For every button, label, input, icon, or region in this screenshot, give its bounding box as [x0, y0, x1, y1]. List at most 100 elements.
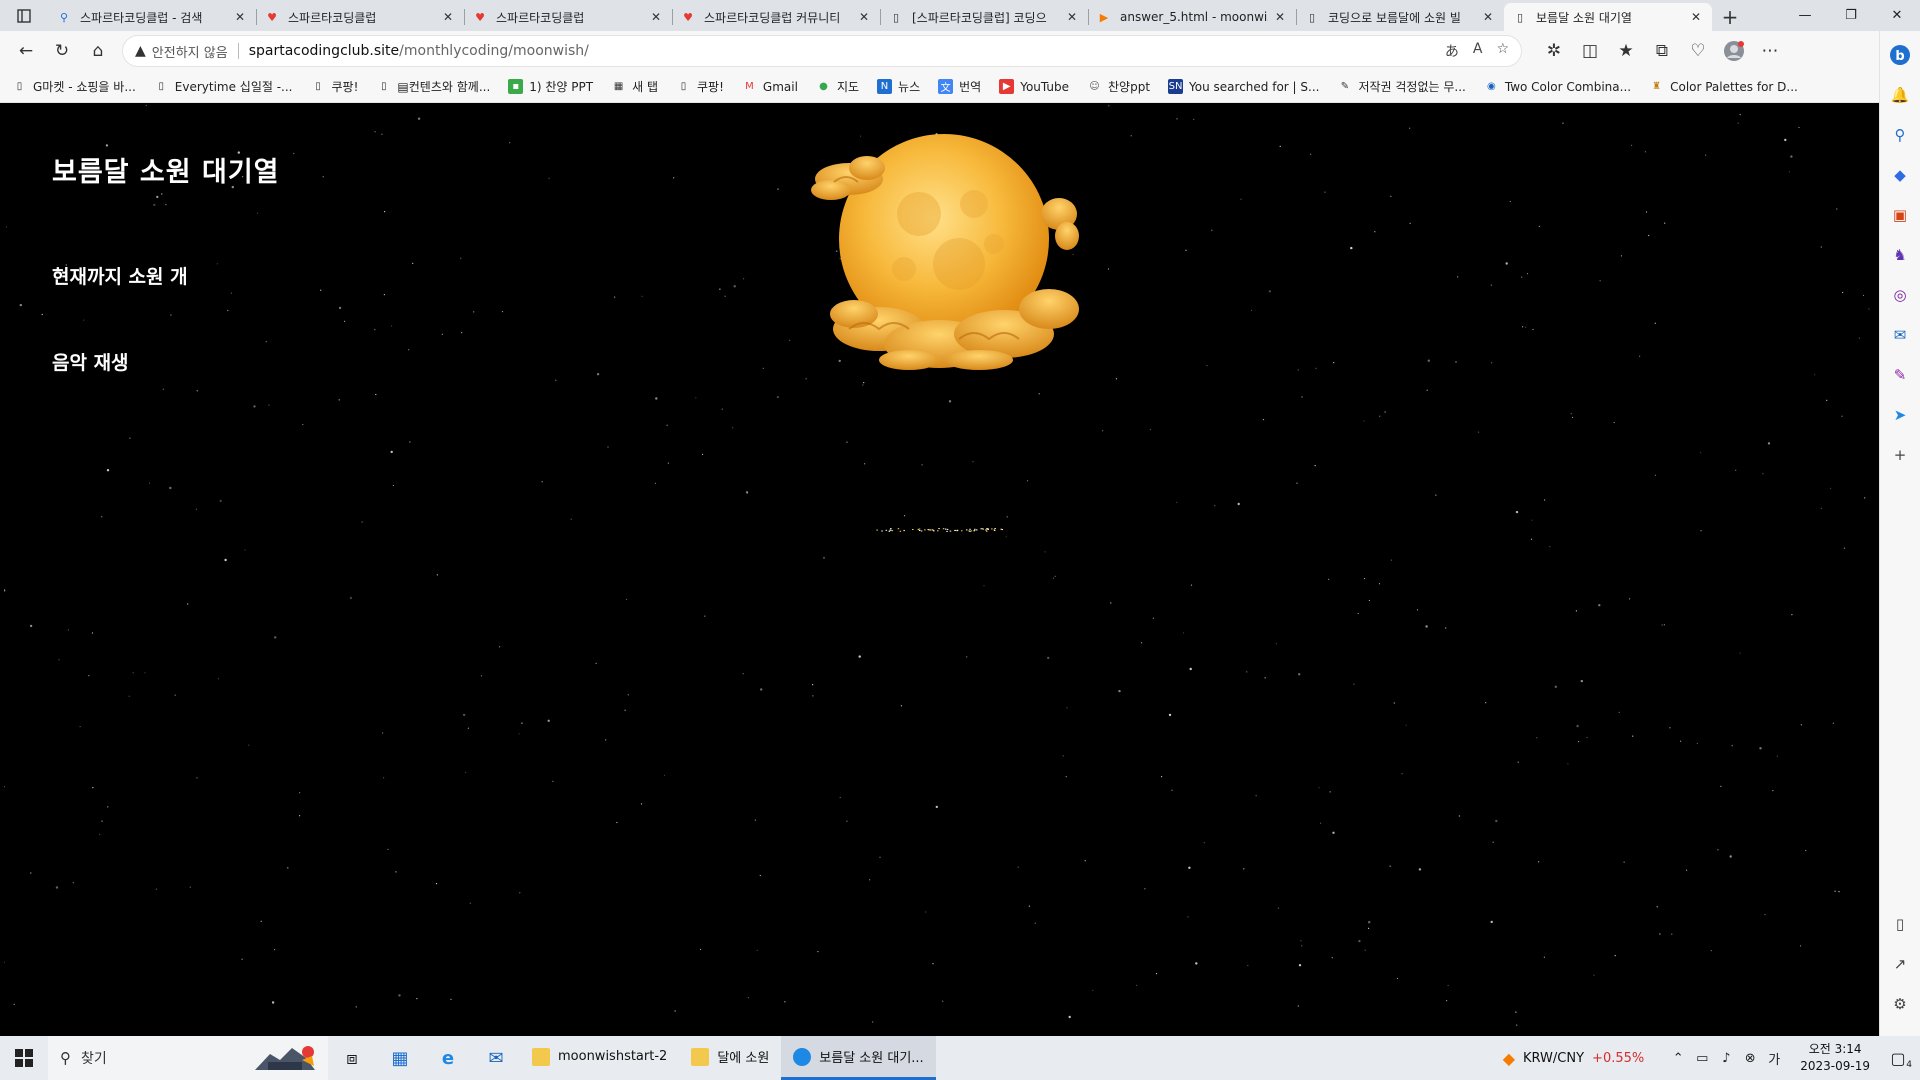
tools-icon[interactable]: ▣: [1884, 199, 1916, 231]
refresh-button[interactable]: ↻: [44, 35, 80, 67]
wish-particle: [890, 528, 892, 530]
bookmark-item[interactable]: ◉ Two Color Combina...: [1484, 79, 1631, 94]
play-music-button[interactable]: 음악 재생: [52, 348, 129, 375]
shopping-icon[interactable]: ◆: [1884, 159, 1916, 191]
bookmark-item[interactable]: ▪ 1) 찬양 PPT: [508, 78, 593, 95]
search-icon[interactable]: ⚲: [1884, 119, 1916, 151]
more-menu-icon[interactable]: ⋯: [1752, 35, 1788, 67]
star: [614, 296, 616, 298]
tab-4[interactable]: ♥ 스파르타코딩클럽 커뮤니티 ✕: [672, 3, 880, 31]
star: [983, 585, 985, 587]
bookmark-item[interactable]: ▶ YouTube: [999, 79, 1069, 94]
back-button[interactable]: ←: [8, 35, 44, 67]
start-button[interactable]: [0, 1036, 48, 1080]
bookmark-item[interactable]: ▯ Everytime 십일절 -...: [154, 78, 293, 95]
settings-gear-icon[interactable]: ⚙: [1884, 988, 1916, 1020]
extensions-icon[interactable]: ✲: [1536, 35, 1572, 67]
favorite-star-icon[interactable]: ☆: [1496, 41, 1509, 61]
close-tab-icon[interactable]: ✕: [1272, 10, 1288, 24]
star: [1834, 890, 1836, 892]
outlook-icon[interactable]: ✉: [1884, 319, 1916, 351]
wish-particle: [986, 530, 988, 532]
bookmark-item[interactable]: 文 번역: [938, 78, 981, 95]
close-tab-icon[interactable]: ✕: [1480, 10, 1496, 24]
tab-1[interactable]: ⚲ 스파르타코딩클럽 - 검색 ✕: [48, 3, 256, 31]
taskbar-app-1[interactable]: moonwishstart-2: [520, 1036, 679, 1080]
close-tab-icon[interactable]: ✕: [440, 10, 456, 24]
bookmark-item[interactable]: ▯ G마켓 - 쇼핑을 바...: [12, 78, 136, 95]
profile-avatar[interactable]: [1716, 35, 1752, 67]
tab-8[interactable]: ▯ 보름달 소원 대기열 ✕: [1504, 3, 1712, 31]
home-button[interactable]: ⌂: [80, 35, 116, 67]
star: [1333, 362, 1335, 364]
minimize-button[interactable]: —: [1782, 0, 1828, 31]
external-link-icon[interactable]: ↗: [1884, 948, 1916, 980]
star: [732, 427, 734, 429]
bookmark-item[interactable]: M Gmail: [742, 79, 798, 94]
split-screen-icon[interactable]: ◫: [1572, 35, 1608, 67]
bookmark-item[interactable]: N 뉴스: [877, 78, 920, 95]
taskbar-search[interactable]: ⚲ 찾기: [48, 1036, 328, 1080]
tab-7[interactable]: ▯ 코딩으로 보름달에 소원 빌 ✕: [1296, 3, 1504, 31]
star: [1185, 249, 1187, 251]
tab-5[interactable]: ▯ [스파르타코딩클럽] 코딩으 ✕: [880, 3, 1088, 31]
notification-center-button[interactable]: ▢ 4: [1884, 1049, 1912, 1070]
bookmark-item[interactable]: ☺ 찬양ppt: [1087, 78, 1150, 95]
input-method-icon[interactable]: 가: [1762, 1049, 1786, 1068]
bookmark-item[interactable]: ▯ ▤컨텐츠와 함께...: [376, 78, 490, 95]
taskbar-app-2[interactable]: 달에 소원: [679, 1036, 781, 1080]
store-icon[interactable]: ▦: [376, 1036, 424, 1080]
drop-icon[interactable]: ➤: [1884, 399, 1916, 431]
microsoft365-icon[interactable]: ◎: [1884, 279, 1916, 311]
tab-2[interactable]: ♥ 스파르타코딩클럽 ✕: [256, 3, 464, 31]
bookmark-item[interactable]: ▯ 쿠팡!: [676, 78, 724, 95]
close-window-button[interactable]: ✕: [1874, 0, 1920, 31]
network-icon[interactable]: ▭: [1690, 1051, 1714, 1066]
mail-icon[interactable]: ✉: [472, 1036, 520, 1080]
close-tab-icon[interactable]: ✕: [1064, 10, 1080, 24]
close-tab-icon[interactable]: ✕: [1688, 10, 1704, 24]
internet-explorer-icon[interactable]: e: [424, 1036, 472, 1080]
close-tab-icon[interactable]: ✕: [648, 10, 664, 24]
task-view-icon[interactable]: ⧈: [328, 1036, 376, 1080]
wish-particle: [888, 530, 891, 532]
translate-icon[interactable]: あ: [1445, 41, 1459, 61]
system-clock[interactable]: 오전 3:14 2023-09-19: [1800, 1041, 1870, 1075]
add-sidebar-app-icon[interactable]: +: [1884, 439, 1916, 471]
browser-essentials-icon[interactable]: ♡: [1680, 35, 1716, 67]
star: [392, 484, 394, 487]
close-tab-icon[interactable]: ✕: [232, 10, 248, 24]
favorites-icon[interactable]: ★: [1608, 35, 1644, 67]
chevron-up-icon[interactable]: ⌃: [1666, 1051, 1690, 1066]
tab-title: 스파르타코딩클럽 커뮤니티: [704, 10, 841, 25]
bookmark-item[interactable]: ▦ 새 탭: [611, 78, 658, 95]
close-tab-icon[interactable]: ✕: [856, 10, 872, 24]
restore-button[interactable]: ❐: [1828, 0, 1874, 31]
tab-actions-button[interactable]: [0, 0, 48, 31]
designer-icon[interactable]: ✎: [1884, 359, 1916, 391]
star: [30, 872, 32, 874]
tab-6[interactable]: ▶ answer_5.html - moonwish ✕: [1088, 3, 1296, 31]
bing-copilot-icon[interactable]: b: [1884, 39, 1916, 71]
star: [1446, 1000, 1448, 1002]
tab-3[interactable]: ♥ 스파르타코딩클럽 ✕: [464, 3, 672, 31]
address-bar[interactable]: ▲ 안전하지 않음 spartacodingclub.site /monthly…: [122, 35, 1522, 67]
taskbar-app-3[interactable]: 보름달 소원 대기...: [781, 1036, 936, 1080]
bookmark-item[interactable]: SN You searched for | S...: [1168, 79, 1319, 94]
bookmark-item[interactable]: ● 지도: [816, 78, 859, 95]
bookmark-item[interactable]: ▯ 쿠팡!: [311, 78, 358, 95]
fx-label: KRW/CNY: [1523, 1050, 1585, 1066]
security-label[interactable]: 안전하지 않음: [152, 42, 228, 61]
games-icon[interactable]: ♞: [1884, 239, 1916, 271]
exchange-rate-widget[interactable]: ◆ KRW/CNY +0.55%: [1503, 1049, 1645, 1068]
collections-icon[interactable]: ⧉: [1644, 35, 1680, 67]
notifications-icon[interactable]: 🔔: [1884, 79, 1916, 111]
volume-icon[interactable]: ♪: [1714, 1051, 1738, 1066]
bookmark-item[interactable]: ✎ 저작권 걱정없는 무...: [1337, 78, 1466, 95]
read-aloud-icon[interactable]: A: [1473, 41, 1483, 61]
star: [654, 482, 657, 484]
new-tab-button[interactable]: +: [1712, 3, 1748, 31]
hide-sidebar-icon[interactable]: ▯: [1884, 908, 1916, 940]
bookmark-item[interactable]: ♜ Color Palettes for D...: [1649, 79, 1798, 94]
status-x-icon[interactable]: ⊗: [1738, 1051, 1762, 1066]
